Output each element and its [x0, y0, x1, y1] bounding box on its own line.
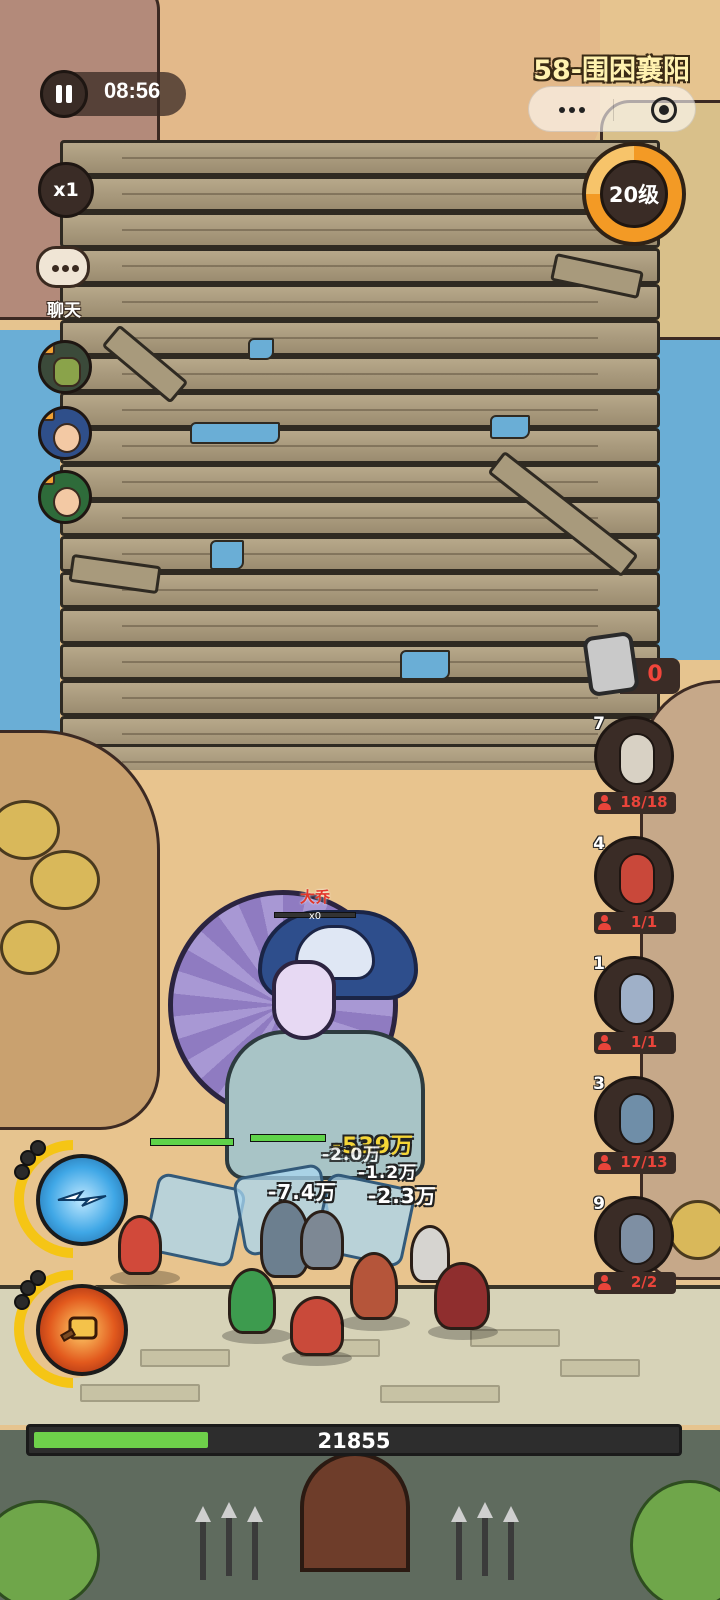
- hero-portrait: [619, 1093, 655, 1145]
- person-icon: [598, 795, 611, 810]
- speed-label: x1: [53, 179, 79, 201]
- level-progress-ring[interactable]: 20级: [582, 142, 686, 246]
- stage-title: 58-围困襄阳: [533, 55, 690, 86]
- hero-portrait: [619, 853, 655, 905]
- hero-troop-count: 2/2: [594, 1272, 676, 1294]
- hero-troop-count: 17/13: [594, 1152, 676, 1174]
- wooden-bridge: [60, 140, 660, 780]
- hero-count-label: 18/18: [620, 793, 668, 811]
- hero-portrait: [619, 1213, 655, 1265]
- green-general-icon[interactable]: [38, 470, 92, 524]
- meteor-hammer-skill[interactable]: [14, 1270, 132, 1388]
- city-gate: [300, 1452, 410, 1572]
- person-icon: [598, 915, 611, 930]
- hero-count-label: 1/1: [630, 1033, 658, 1051]
- mini-program-capsule: [528, 86, 696, 132]
- damage-number: -2.3万: [368, 1184, 437, 1208]
- boss-multiplier: x0: [308, 911, 322, 922]
- spike: [451, 1506, 467, 1580]
- pause-button[interactable]: [40, 70, 88, 118]
- hero-level: 3: [593, 1074, 605, 1094]
- spike: [221, 1502, 237, 1576]
- autumn-tree: [0, 920, 60, 975]
- autumn-tree: [668, 1200, 720, 1260]
- autumn-tree: [30, 850, 100, 910]
- boss-face: [272, 960, 336, 1040]
- hero-portrait: [619, 733, 655, 785]
- hero-level: 7: [593, 714, 605, 734]
- close-target-icon[interactable]: [651, 97, 677, 123]
- enemy-hp-bar: [250, 1134, 326, 1142]
- meteor-hammer-skill-icon[interactable]: [36, 1284, 128, 1376]
- hero-troop-count: 1/1: [594, 1032, 676, 1054]
- level-badge: 20级: [600, 160, 668, 228]
- red-haired-warrior-unit: [290, 1296, 344, 1356]
- person-icon: [598, 1155, 611, 1170]
- command-token-icon[interactable]: [582, 630, 640, 698]
- hero-count-label: 17/13: [620, 1153, 668, 1171]
- spike: [247, 1506, 263, 1580]
- hero-count-label: 1/1: [630, 913, 658, 931]
- boss-name: 大乔: [299, 888, 330, 906]
- enemy-hp-bar: [150, 1138, 234, 1146]
- spike: [503, 1506, 519, 1580]
- token-count: 0: [647, 662, 663, 687]
- spear-hero-unit: [350, 1252, 398, 1320]
- pause-icon: [54, 72, 74, 116]
- armored-soldier-unit: [300, 1210, 344, 1270]
- locked-general-icon[interactable]: [38, 340, 92, 394]
- person-icon: [598, 1035, 611, 1050]
- hero-level: 9: [593, 1194, 605, 1214]
- chat-label[interactable]: 聊天: [36, 296, 92, 321]
- river-left: [0, 330, 60, 750]
- green-maiden-unit: [228, 1268, 276, 1334]
- hero-portrait: [619, 973, 655, 1025]
- hero-troop-count: 18/18: [594, 792, 676, 814]
- hero-count-label: 2/2: [630, 1273, 658, 1291]
- hero-level: 1: [593, 954, 605, 974]
- spike: [477, 1502, 493, 1576]
- wall-hp-value: 21855: [317, 1429, 391, 1453]
- lightning-skill[interactable]: [14, 1140, 132, 1258]
- hero-troop-count: 1/1: [594, 912, 676, 934]
- blue-helmet-general-icon[interactable]: [38, 406, 92, 460]
- more-button[interactable]: [529, 87, 613, 133]
- spike: [195, 1506, 211, 1580]
- chat-icon[interactable]: [36, 246, 90, 288]
- wall-hp-bar: 21855: [26, 1424, 682, 1456]
- battle-timer: 08:56: [104, 78, 161, 103]
- hero-level: 4: [593, 834, 605, 854]
- speed-toggle-button[interactable]: x1: [38, 162, 94, 218]
- person-icon: [598, 1275, 611, 1290]
- tribal-chief-unit: [434, 1262, 490, 1330]
- lightning-skill-icon[interactable]: [36, 1154, 128, 1246]
